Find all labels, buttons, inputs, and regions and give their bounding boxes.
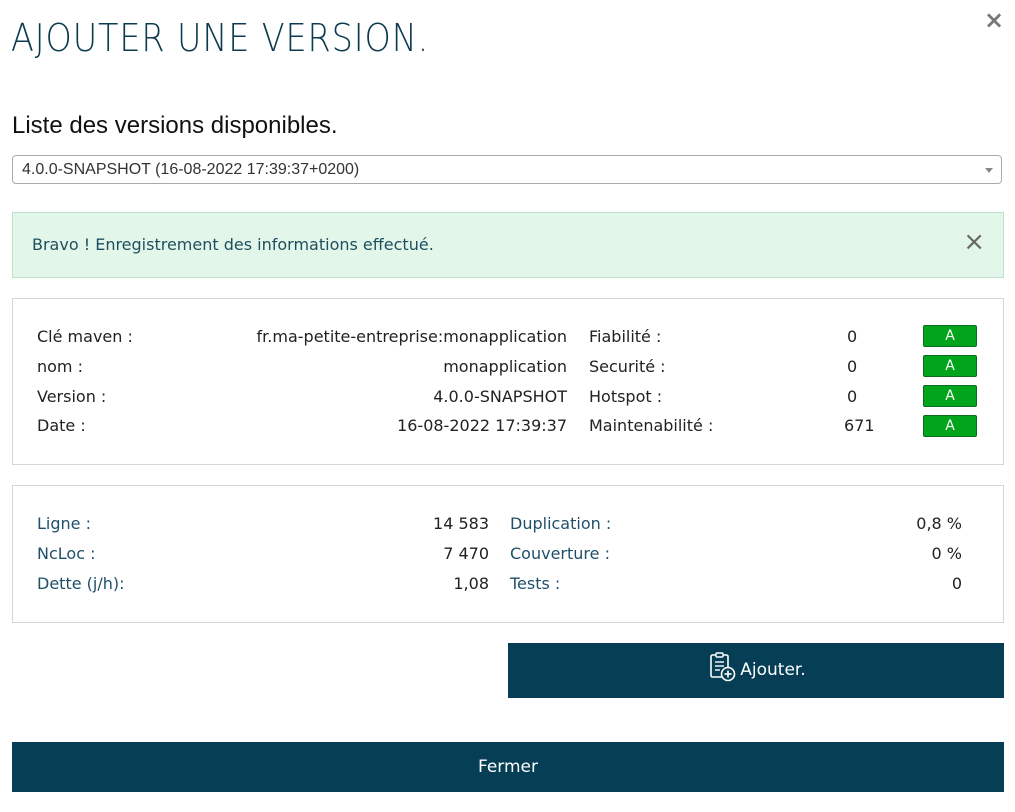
- ncloc-value: 7 470: [443, 544, 489, 563]
- date-value: 16-08-2022 17:39:37: [397, 416, 567, 435]
- clipboard-add-icon: [710, 652, 736, 682]
- tests-label: Tests :: [510, 574, 561, 593]
- versions-heading: Liste des versions disponibles.: [12, 112, 338, 139]
- alert-message: Bravo ! Enregistrement des informations …: [32, 235, 434, 254]
- reliability-value: 0: [847, 327, 858, 346]
- reliability-grade-badge: A: [923, 325, 977, 347]
- date-label: Date :: [37, 416, 86, 435]
- success-alert: Bravo ! Enregistrement des informations …: [12, 212, 1004, 278]
- dialog-close-icon[interactable]: ×: [981, 6, 1007, 34]
- maintainability-label: Maintenabilité :: [589, 416, 714, 435]
- maven-key-label: Clé maven :: [37, 327, 133, 346]
- close-button[interactable]: Fermer: [12, 742, 1004, 792]
- metrics-panel: Ligne : 14 583 NcLoc : 7 470 Dette (j/h)…: [12, 485, 1004, 623]
- maintainability-grade-badge: A: [923, 415, 977, 437]
- version-value: 4.0.0-SNAPSHOT: [433, 387, 567, 406]
- close-button-label: Fermer: [477, 757, 538, 777]
- name-value: monapplication: [443, 357, 567, 376]
- dialog-title: AJOUTER UNE VERSION.: [11, 16, 430, 60]
- debt-label: Dette (j/h):: [37, 574, 125, 593]
- coverage-label: Couverture :: [510, 544, 610, 563]
- version-label: Version :: [37, 387, 107, 406]
- duplication-label: Duplication :: [510, 514, 612, 533]
- add-version-label: Ajouter.: [740, 660, 806, 680]
- lines-label: Ligne :: [37, 514, 91, 533]
- hotspot-grade-badge: A: [923, 385, 977, 407]
- maven-key-value: fr.ma-petite-entreprise:monapplication: [256, 327, 567, 346]
- ncloc-label: NcLoc :: [37, 544, 96, 563]
- security-value: 0: [847, 357, 858, 376]
- tests-value: 0: [951, 574, 962, 593]
- alert-close-icon[interactable]: ×: [963, 228, 985, 256]
- coverage-value: 0 %: [931, 544, 962, 563]
- name-label: nom :: [37, 357, 83, 376]
- hotspot-value: 0: [847, 387, 858, 406]
- duplication-value: 0,8 %: [916, 514, 962, 533]
- debt-value: 1,08: [453, 574, 489, 593]
- lines-value: 14 583: [433, 514, 489, 533]
- version-select-value: 4.0.0-SNAPSHOT (16-08-2022 17:39:37+0200…: [22, 161, 360, 178]
- hotspot-label: Hotspot :: [589, 387, 663, 406]
- project-info-panel: Clé maven : fr.ma-petite-entreprise:mona…: [12, 298, 1004, 465]
- chevron-down-icon: [985, 168, 993, 173]
- maintainability-value: 671: [844, 416, 875, 435]
- reliability-label: Fiabilité :: [589, 327, 662, 346]
- security-label: Securité :: [589, 357, 666, 376]
- add-version-button[interactable]: Ajouter.: [508, 643, 1004, 698]
- security-grade-badge: A: [923, 355, 977, 377]
- version-select[interactable]: 4.0.0-SNAPSHOT (16-08-2022 17:39:37+0200…: [12, 155, 1002, 184]
